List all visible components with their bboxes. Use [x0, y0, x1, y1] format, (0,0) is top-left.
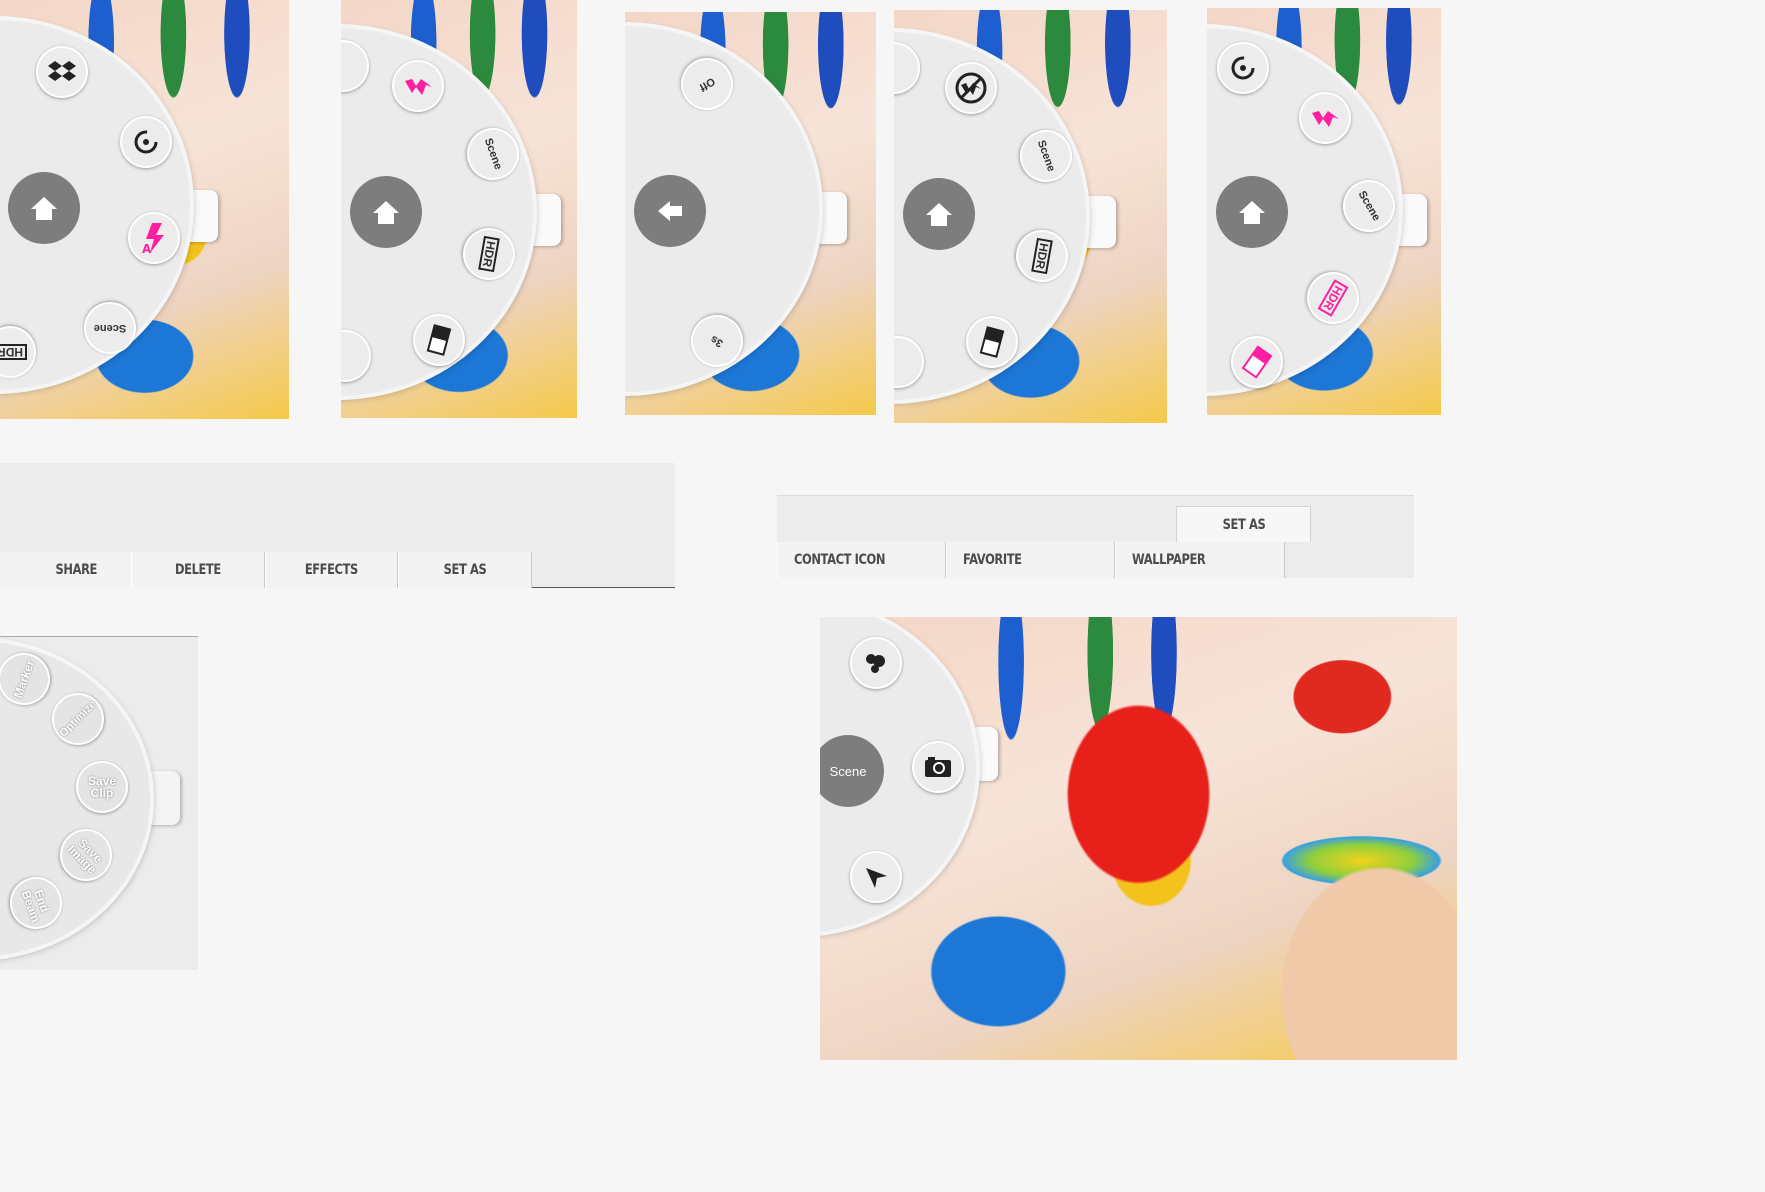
camera-wheel-panel-5: Scene HDR — [1207, 8, 1441, 415]
beam-icon — [866, 654, 885, 673]
exposure-icon — [426, 324, 452, 356]
navigate-button[interactable] — [850, 851, 902, 903]
home-button[interactable] — [350, 176, 422, 248]
camera-wheel-panel-3: Off 3s — [625, 12, 876, 415]
scene-hub-label: Scene — [829, 763, 867, 779]
contact-icon-button[interactable]: CONTACT ICON — [777, 542, 946, 578]
flash-on-button[interactable] — [392, 60, 444, 112]
flash-auto-icon: A — [142, 223, 164, 255]
exposure-button[interactable] — [1231, 336, 1283, 388]
effects-button[interactable]: EFFECTS — [265, 552, 398, 588]
camera-wheel-panel-1: A Scene HDR — [0, 0, 289, 419]
hdr-icon: HDR — [1031, 237, 1053, 275]
home-icon — [373, 201, 399, 224]
timer-off-label: Off — [697, 75, 718, 94]
home-button[interactable] — [903, 178, 975, 250]
exposure-icon — [979, 326, 1005, 358]
save-clip-button[interactable]: Save Clip — [76, 761, 128, 813]
flash-off-button[interactable] — [945, 62, 997, 114]
set-as-submenu-toolbar: SET AS CONTACT ICON FAVORITE WALLPAPER — [777, 495, 1414, 578]
timer-button[interactable] — [120, 116, 172, 168]
scene-label: Scene — [1356, 188, 1383, 223]
dropbox-icon — [48, 61, 76, 81]
flash-auto-button[interactable]: A — [128, 212, 180, 264]
home-button[interactable] — [8, 172, 80, 244]
svg-text:A: A — [142, 242, 152, 255]
beam-wheel-panel: Marker Optimize Save Clip Save Image End… — [0, 636, 198, 970]
flash-on-icon — [405, 79, 432, 95]
camera-wheel-panel-4: Scene HDR — [894, 10, 1167, 423]
camera-icon — [925, 757, 951, 777]
exposure-button[interactable] — [413, 314, 465, 366]
scene-button[interactable]: Scene — [84, 302, 136, 354]
camera-button[interactable] — [912, 741, 964, 793]
home-icon — [31, 197, 57, 220]
dropbox-button[interactable] — [36, 46, 88, 98]
hdr-icon: HDR — [1317, 279, 1349, 317]
hdr-icon: HDR — [0, 344, 27, 360]
camera-wheel-panel-2: Scene HDR — [341, 0, 577, 418]
flash-on-button[interactable] — [1299, 92, 1351, 144]
exposure-icon — [1241, 345, 1273, 379]
delete-button[interactable]: DELETE — [131, 552, 265, 588]
home-button[interactable] — [1216, 176, 1288, 248]
flash-on-icon — [1312, 111, 1339, 127]
navigate-icon — [866, 868, 887, 888]
timer-icon — [1231, 56, 1255, 80]
scene-label: Scene — [482, 136, 505, 172]
flash-off-icon — [955, 72, 987, 104]
set-as-button[interactable]: SET AS — [398, 552, 532, 588]
exposure-button[interactable] — [966, 316, 1018, 368]
hdr-icon: HDR — [478, 235, 500, 273]
scene-label: Scene — [1035, 138, 1058, 174]
scene-label: Scene — [93, 322, 127, 335]
back-button[interactable] — [634, 175, 706, 247]
timer-3s-label: 3s — [708, 333, 726, 350]
beam-button[interactable] — [850, 637, 902, 689]
wallpaper-button[interactable]: WALLPAPER — [1115, 542, 1285, 578]
set-as-tab[interactable]: SET AS — [1176, 506, 1311, 542]
home-icon — [1239, 201, 1265, 224]
favorite-button[interactable]: FAVORITE — [946, 542, 1115, 578]
back-icon — [658, 201, 682, 221]
scene-wheel-panel: Scene — [820, 617, 1457, 1060]
home-icon — [926, 203, 952, 226]
gallery-action-toolbar: SHARE DELETE EFFECTS SET AS — [0, 463, 675, 588]
timer-button[interactable] — [1217, 42, 1269, 94]
timer-icon — [134, 130, 158, 154]
